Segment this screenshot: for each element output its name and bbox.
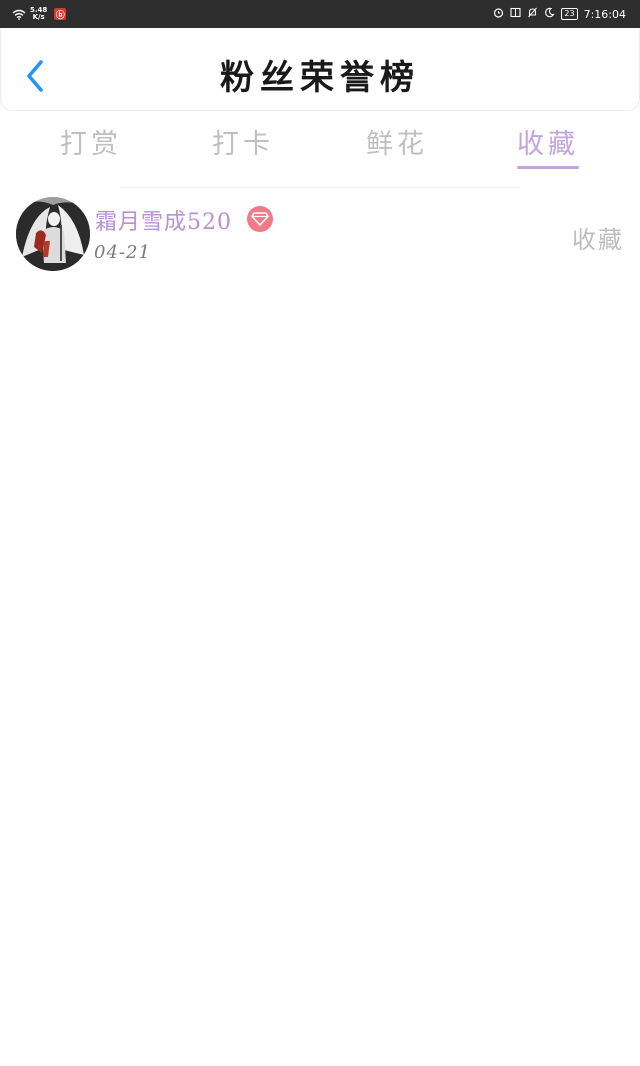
moon-icon [544, 7, 555, 21]
clock: 7:16:04 [583, 7, 626, 21]
active-tab-indicator [517, 166, 579, 169]
wifi-icon [12, 5, 26, 24]
status-bar-right: 23 7:16:04 [493, 0, 626, 28]
tab-favorites[interactable]: 收藏 [488, 122, 608, 161]
avatar[interactable] [16, 197, 90, 271]
tab-reward[interactable]: 打赏 [31, 122, 151, 161]
network-speed: 5.48 K/s [30, 7, 47, 21]
header: 粉丝荣誉榜 [0, 28, 640, 111]
list-item-action: 收藏 [572, 226, 624, 254]
status-bar: 5.48 K/s ⓑ 23 7:16:04 [0, 0, 640, 28]
divider [120, 187, 520, 188]
status-bar-left: 5.48 K/s ⓑ [12, 0, 67, 28]
network-speed-unit: K/s [32, 13, 45, 21]
username[interactable]: 霜月雪成520 [95, 204, 232, 236]
list-item[interactable]: 霜月雪成520 04-21 收藏 [0, 190, 640, 278]
diamond-icon [247, 206, 273, 232]
page-title: 粉丝荣誉榜 [220, 58, 420, 98]
tab-checkin[interactable]: 打卡 [183, 122, 303, 161]
mute-bell-icon [527, 7, 538, 21]
app-notification-icon: ⓑ [54, 8, 67, 21]
app-notification-glyph: ⓑ [55, 10, 65, 21]
tab-bar: 打赏 打卡 鲜花 收藏 [0, 112, 640, 172]
list-item-date: 04-21 [94, 242, 151, 263]
alarm-icon [493, 7, 504, 21]
vibrate-icon [510, 7, 521, 21]
tab-flowers[interactable]: 鲜花 [337, 122, 457, 161]
battery-indicator: 23 [561, 8, 578, 20]
